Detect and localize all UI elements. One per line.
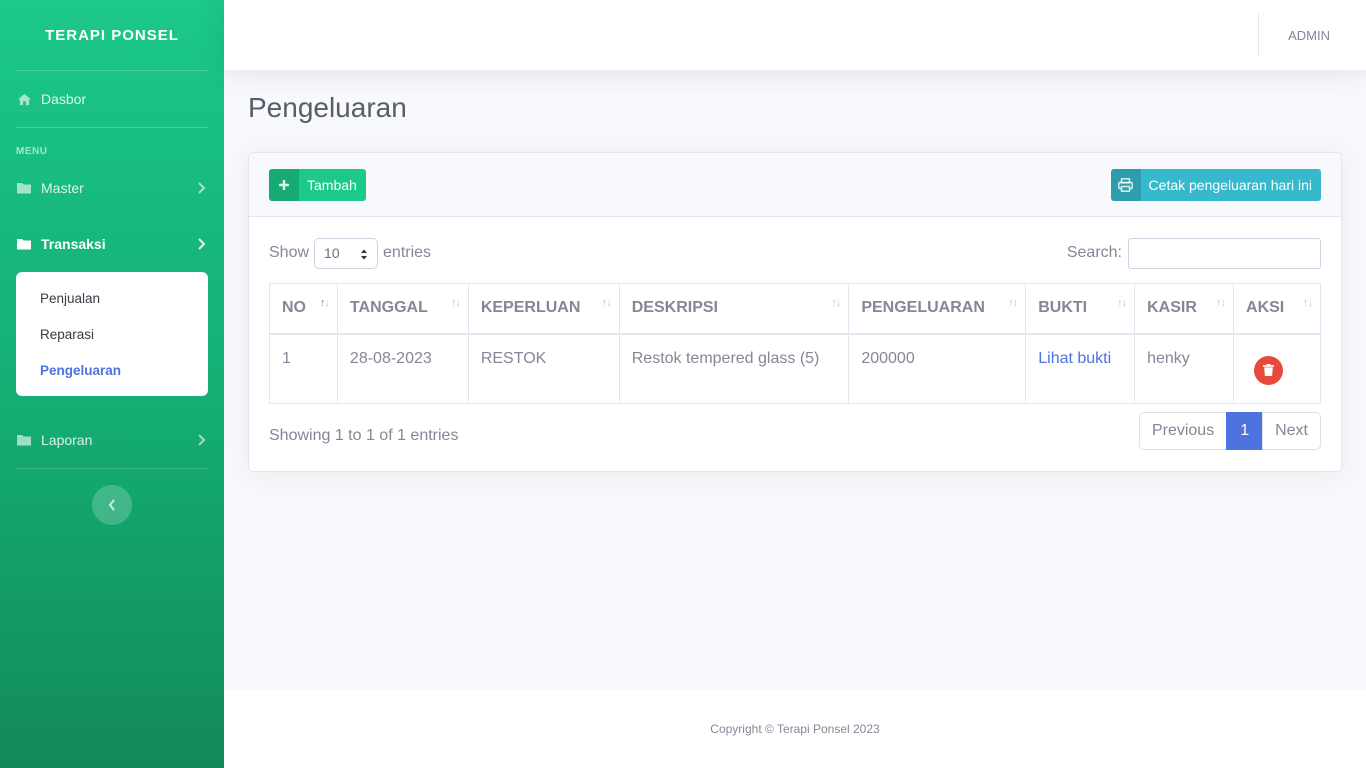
view-proof-link[interactable]: Lihat bukti: [1038, 350, 1111, 367]
plus-icon: [269, 169, 299, 201]
sidebar-item-label: Dasbor: [41, 91, 87, 107]
sort-icon: ↑↓: [1216, 297, 1226, 309]
column-header-pengeluaran[interactable]: PENGELUARAN ↑↓: [848, 283, 1027, 335]
entries-label: entries: [383, 244, 432, 261]
cell-keperluan: RESTOK: [467, 333, 620, 404]
sort-icon: ↑↓: [601, 297, 612, 309]
sidebar: TERAPI PONSEL Dasbor MENU Master Transak…: [0, 0, 224, 768]
column-header-keperluan[interactable]: KEPERLUAN ↑↓: [467, 283, 620, 335]
cell-bukti: Lihat bukti: [1025, 333, 1136, 404]
column-header-label: KASIR: [1147, 299, 1197, 316]
sidebar-item-laporan[interactable]: Laporan: [0, 412, 224, 468]
sort-caret-icon: [361, 249, 368, 259]
sidebar-heading-menu: MENU: [16, 146, 48, 157]
print-button-label: Cetak pengeluaran hari ini: [1148, 177, 1312, 193]
expenses-table: NO ↑↓ TANGGAL ↑↓ KEPERLUAN ↑↓ DESKRIPSI ↑↓ P…: [269, 283, 1321, 404]
sidebar-item-transaksi[interactable]: Transaksi: [0, 216, 224, 272]
sort-icon: ↑↓: [1008, 297, 1018, 309]
column-header-label: KEPERLUAN: [480, 299, 581, 316]
sort-icon: ↑↓: [1117, 297, 1127, 309]
sort-icon: ↑↓: [831, 297, 841, 309]
sort-icon: ↑↓: [1303, 297, 1313, 309]
submenu-item-reparasi[interactable]: Reparasi: [16, 316, 208, 352]
column-header-kasir[interactable]: KASIR ↑↓: [1134, 283, 1235, 335]
user-menu[interactable]: ADMIN: [1288, 0, 1330, 70]
column-header-label: TANGGAL: [349, 299, 428, 316]
page-length-control: Show 10 entries: [269, 237, 431, 269]
show-label: Show: [269, 244, 310, 261]
submenu-item-pengeluaran[interactable]: Pengeluaran: [16, 352, 208, 388]
chevron-left-icon: [108, 499, 115, 511]
column-header-label: NO: [282, 299, 306, 316]
column-header-tanggal[interactable]: TANGGAL ↑↓: [336, 283, 469, 335]
trash-icon: [1263, 364, 1275, 376]
folder-icon: [16, 432, 32, 448]
sidebar-item-label: Master: [41, 180, 84, 196]
print-today-button[interactable]: Cetak pengeluaran hari ini: [1110, 169, 1321, 201]
column-header-aksi[interactable]: AKSI ↑↓: [1233, 283, 1321, 335]
search-label: Search:: [1066, 244, 1122, 261]
add-button[interactable]: Tambah: [269, 169, 366, 201]
copyright-text: Copyright © Terapi Ponsel 2023: [710, 722, 880, 736]
page-length-value: 10: [324, 245, 340, 261]
folder-icon: [16, 180, 32, 196]
table-controls: Show 10 entries Search:: [269, 237, 1321, 269]
sidebar-item-master[interactable]: Master: [0, 160, 224, 216]
delete-button[interactable]: [1254, 355, 1284, 385]
sidebar-item-dashboard[interactable]: Dasbor: [0, 71, 224, 127]
column-header-label: AKSI: [1246, 299, 1285, 316]
column-header-label: BUKTI: [1038, 299, 1088, 316]
column-header-label: DESKRIPSI: [631, 299, 718, 316]
cell-deskripsi: Restok tempered glass (5): [618, 333, 850, 404]
chevron-right-icon: [198, 434, 206, 446]
sort-icon: ↑↓: [319, 297, 330, 309]
cell-pengeluaran: 200000: [848, 333, 1027, 404]
sort-icon: ↑↓: [450, 297, 461, 309]
sidebar-item-label: Laporan: [41, 432, 93, 448]
table-header-row: NO ↑↓ TANGGAL ↑↓ KEPERLUAN ↑↓ DESKRIPSI ↑↓ P…: [269, 283, 1321, 335]
column-header-label: PENGELUARAN: [861, 299, 985, 316]
sidebar-toggle-button[interactable]: [92, 485, 132, 525]
pagination-page-current[interactable]: 1: [1226, 412, 1264, 450]
topbar-divider: [1258, 14, 1259, 56]
submenu-item-penjualan[interactable]: Penjualan: [16, 280, 208, 316]
chevron-right-icon: [198, 238, 206, 250]
cell-kasir: henky: [1134, 333, 1235, 404]
column-header-no[interactable]: NO ↑↓: [269, 283, 338, 335]
column-header-deskripsi[interactable]: DESKRIPSI ↑↓: [618, 283, 850, 335]
card-header: Tambah Cetak pengeluaran hari ini: [249, 153, 1341, 217]
table-row: 1 28-08-2023 RESTOK Restok tempered glas…: [269, 333, 1321, 404]
cell-no: 1: [269, 333, 338, 404]
chevron-right-icon: [198, 182, 206, 194]
sidebar-item-label: Transaksi: [41, 236, 106, 252]
pagination-previous[interactable]: Previous: [1138, 412, 1228, 450]
topbar: ADMIN: [224, 0, 1366, 70]
table-info: Showing 1 to 1 of 1 entries: [269, 427, 459, 444]
sidebar-divider: [16, 468, 208, 469]
cell-aksi: [1233, 333, 1321, 404]
pagination: Previous 1 Next: [1138, 412, 1321, 450]
folder-open-icon: [16, 236, 32, 252]
page-title: Pengeluaran: [248, 92, 407, 123]
print-icon: [1110, 169, 1141, 201]
transaksi-submenu: Penjualan Reparasi Pengeluaran: [16, 272, 208, 396]
footer: Copyright © Terapi Ponsel 2023: [224, 690, 1366, 768]
home-icon: [16, 91, 32, 107]
expenses-card: Tambah Cetak pengeluaran hari ini Show 1…: [248, 152, 1342, 472]
pagination-next[interactable]: Next: [1262, 412, 1321, 450]
column-header-bukti[interactable]: BUKTI ↑↓: [1025, 283, 1136, 335]
search-control: Search:: [1067, 237, 1321, 269]
add-button-label: Tambah: [307, 177, 357, 193]
cell-tanggal: 28-08-2023: [336, 333, 469, 404]
search-input[interactable]: [1128, 237, 1321, 269]
sidebar-brand[interactable]: TERAPI PONSEL: [0, 0, 224, 70]
page-length-select[interactable]: 10: [314, 237, 379, 269]
